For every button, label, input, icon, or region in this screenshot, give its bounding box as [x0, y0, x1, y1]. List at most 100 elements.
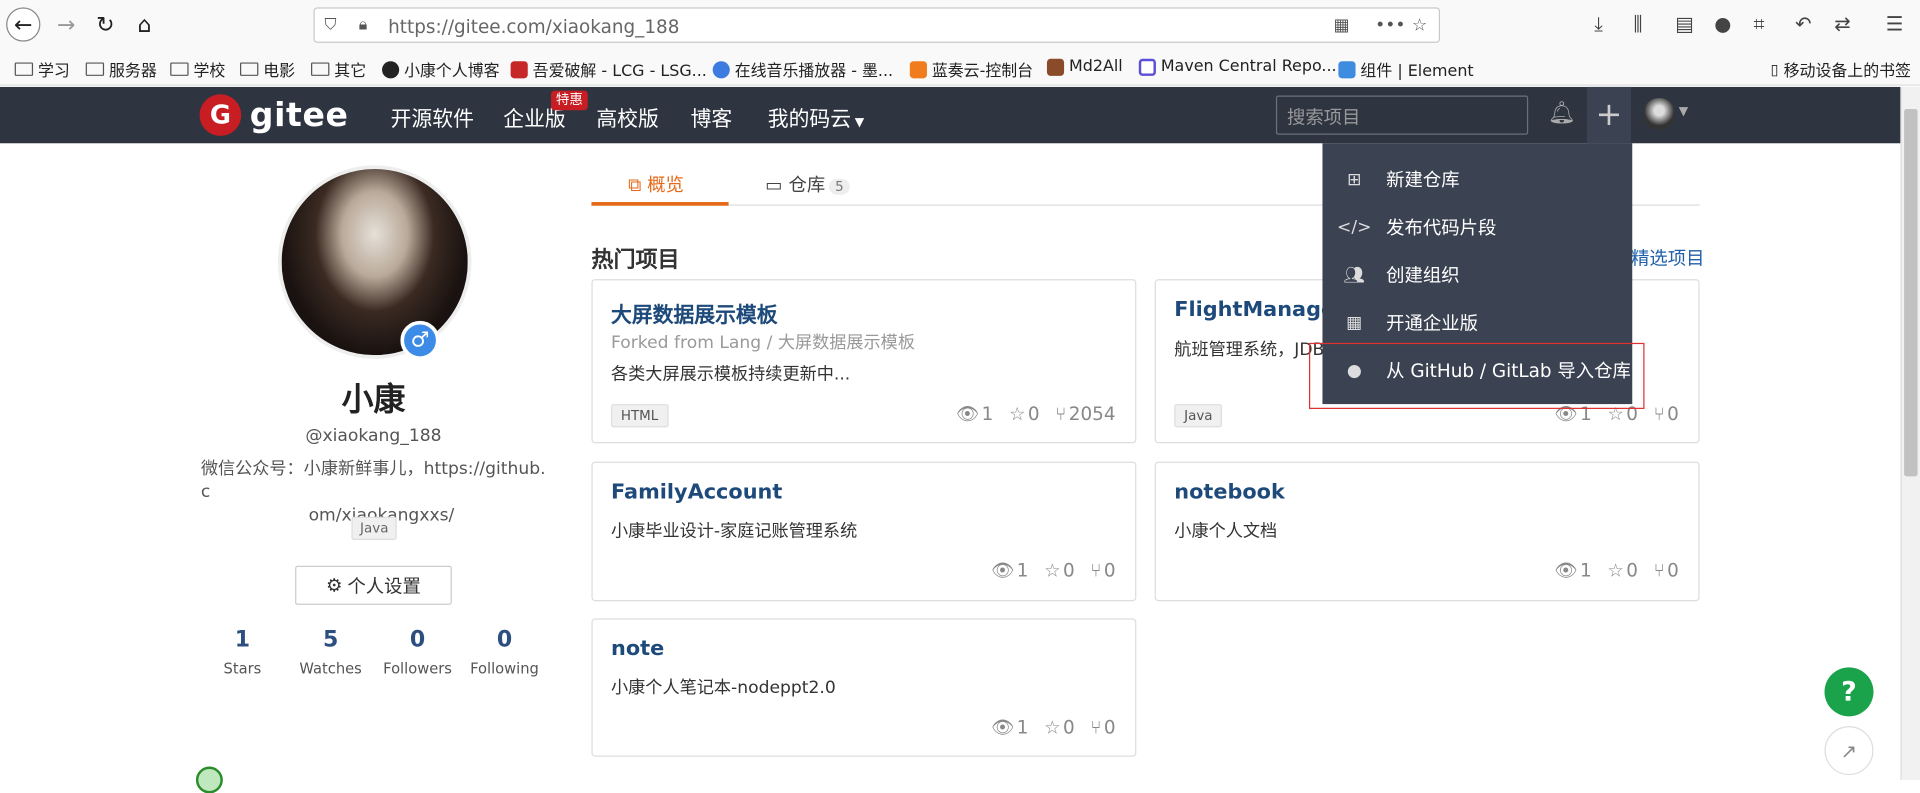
bookmark-item[interactable]: 服务器 [85, 58, 157, 81]
caret-down-icon: ▼ [854, 116, 865, 130]
menu-item-new-org[interactable]: 👥︎ 创建组织 [1322, 251, 1632, 299]
folder-icon [85, 62, 105, 76]
folder-icon [14, 62, 34, 76]
project-language-tag: HTML [611, 404, 669, 428]
featured-projects-link[interactable]: 精选项目 [1631, 245, 1704, 271]
plus-icon[interactable]: + [1586, 86, 1632, 144]
site-header: G gitee 开源软件 企业版 特惠 高校版 博客 我的码云 ▼ 搜索项目 🔔︎… [0, 86, 1901, 144]
folder-icon [311, 62, 330, 76]
scroll-thumb[interactable] [1904, 108, 1918, 477]
fork-icon: ⑂ [1090, 559, 1102, 582]
bookmark-item[interactable]: 学习 [14, 58, 70, 81]
promo-badge: 特惠 [551, 90, 588, 111]
avatar[interactable] [1643, 97, 1676, 130]
bookmark-item[interactable]: 其它 [311, 58, 366, 81]
star-bookmark-icon[interactable]: ☆ [1412, 16, 1427, 36]
project-card[interactable]: 大屏数据展示模板 Forked from Lang / 大屏数据展示模板 各类大… [591, 279, 1137, 444]
project-desc: 小康毕业设计-家庭记账管理系统 [611, 521, 858, 542]
stat-following[interactable]: 0 Following [462, 627, 548, 677]
translate-icon[interactable]: ⇄ [1834, 12, 1850, 35]
section-title: 热门项目 [591, 247, 680, 274]
bookmark-item[interactable]: 在线音乐播放器 - 墨... [712, 58, 893, 81]
project-title[interactable]: notebook [1174, 480, 1285, 504]
mobile-bookmarks[interactable]: ▯ 移动设备上的书签 [1771, 58, 1911, 81]
project-language-tag: Java [1174, 404, 1223, 428]
project-card[interactable]: FamilyAccount 小康毕业设计-家庭记账管理系统 👁︎ 1 ☆ 0 ⑂ 0 [591, 461, 1137, 602]
overview-icon: ⧉ [628, 173, 642, 196]
gitee-logo[interactable]: G gitee [199, 94, 349, 136]
nav-blog[interactable]: 博客 [691, 102, 733, 132]
bookmark-item[interactable]: Maven Central Repo... [1138, 58, 1337, 76]
globe-icon [712, 60, 730, 78]
bookmark-item[interactable]: 蓝奏云-控制台 [909, 58, 1033, 81]
folder-icon [240, 62, 259, 76]
bookmark-item[interactable]: 电影 [240, 58, 295, 81]
eye-icon: 👁︎ [955, 402, 980, 425]
folder-icon [170, 62, 189, 76]
site-icon [510, 60, 528, 78]
profile-avatar[interactable] [277, 165, 472, 359]
bell-icon[interactable]: 🔔︎ [1548, 100, 1576, 126]
project-title[interactable]: FamilyAccount [611, 480, 782, 504]
project-desc: 小康个人笔记本-nodeppt2.0 [611, 678, 836, 698]
bookmark-item[interactable]: 吾爱破解 - LCG - LSG... [510, 58, 707, 81]
shield-icon: ⛉ [324, 15, 337, 35]
nav-my-gitee[interactable]: 我的码云 ▼ [768, 102, 865, 132]
tab-overview[interactable]: ⧉ 概览 [628, 171, 684, 197]
bookmark-item[interactable]: 学校 [170, 58, 225, 81]
stat-followers[interactable]: 0 Followers [375, 627, 461, 677]
url-bar[interactable]: ⛉ 🔒︎ https://gitee.com/xiaokang_188 ▦ ••… [313, 7, 1441, 43]
reload-button[interactable]: ↻ [88, 7, 122, 41]
bookmark-item[interactable]: 组件 | Element [1338, 58, 1474, 81]
project-title[interactable]: note [611, 637, 664, 661]
menu-item-enterprise[interactable]: ▦ 开通企业版 [1322, 299, 1632, 347]
bookmark-item[interactable]: Md2All [1046, 58, 1123, 76]
site-icon [909, 60, 927, 78]
project-stats: 👁︎ 1 ☆ 0 ⑂ 0 [1554, 559, 1679, 582]
stat-stars[interactable]: 1 Stars [200, 627, 286, 677]
download-icon[interactable]: ⤓ [1594, 12, 1603, 36]
bookmark-item[interactable]: 小康个人博客 [382, 58, 500, 81]
highlight-box [1308, 342, 1645, 409]
nav-open-source[interactable]: 开源软件 [391, 102, 474, 132]
star-icon: ☆ [1607, 559, 1624, 582]
project-stats: 👁︎ 1 ☆ 0 ⑂ 0 [990, 559, 1116, 582]
nav-education[interactable]: 高校版 [596, 102, 658, 132]
gitee-logo-icon: G [199, 94, 242, 136]
bookmarks-bar: 学习 服务器 学校 电影 其它 小康个人博客 吾爱破解 - LCG - LSG.… [0, 48, 1920, 86]
code-icon: </> [1337, 217, 1372, 237]
help-button[interactable]: ? [1824, 667, 1874, 717]
project-desc: 航班管理系统，JDB [1174, 340, 1325, 361]
menu-icon[interactable]: ☰ [1886, 12, 1904, 35]
caret-down-icon[interactable]: ▼ [1679, 105, 1688, 118]
project-title[interactable]: 大屏数据展示模板 [611, 298, 778, 328]
library-icon[interactable]: ⫼ [1633, 12, 1642, 36]
back-button[interactable]: ← [6, 7, 41, 42]
crop-icon[interactable]: ⌗ [1753, 12, 1764, 36]
settings-button[interactable]: ⚙ 个人设置 [295, 565, 452, 605]
project-desc: 各类大屏展示模板持续更新中... [611, 364, 851, 385]
star-icon: ☆ [1044, 716, 1061, 739]
page-scrollbar[interactable] [1900, 86, 1920, 781]
menu-item-new-snippet[interactable]: </> 发布代码片段 [1322, 203, 1632, 251]
stat-watches[interactable]: 5 Watches [288, 627, 374, 677]
project-stats: 👁︎ 1 ☆ 0 ⑂ 2054 [955, 402, 1116, 425]
tab-active-indicator [591, 202, 729, 206]
undo-icon[interactable]: ↶ [1795, 12, 1811, 35]
share-button[interactable]: ↗ [1824, 726, 1874, 776]
project-card[interactable]: note 小康个人笔记本-nodeppt2.0 👁︎ 1 ☆ 0 ⑂ 0 [591, 618, 1137, 757]
tab-repos[interactable]: ▭ 仓库 5 [765, 171, 850, 197]
forward-button[interactable]: → [49, 7, 83, 41]
project-fork-info: Forked from Lang / 大屏数据展示模板 [611, 333, 915, 353]
more-icon[interactable]: ••• [1375, 16, 1405, 36]
search-input[interactable]: 搜索项目 [1275, 95, 1529, 135]
menu-item-new-repo[interactable]: ⊞ 新建仓库 [1322, 156, 1632, 204]
extension-icon[interactable]: ● [1714, 12, 1731, 35]
qr-code-icon[interactable]: ▦ [1333, 16, 1349, 36]
sidebar-icon[interactable]: ▤ [1675, 12, 1694, 35]
project-card[interactable]: notebook 小康个人文档 👁︎ 1 ☆ 0 ⑂ 0 [1154, 461, 1700, 602]
gear-icon: ⚙ [326, 574, 343, 597]
plus-square-icon: ⊞ [1347, 169, 1362, 190]
eye-icon: 👁︎ [1554, 559, 1578, 582]
home-button[interactable]: ⌂ [127, 7, 161, 41]
